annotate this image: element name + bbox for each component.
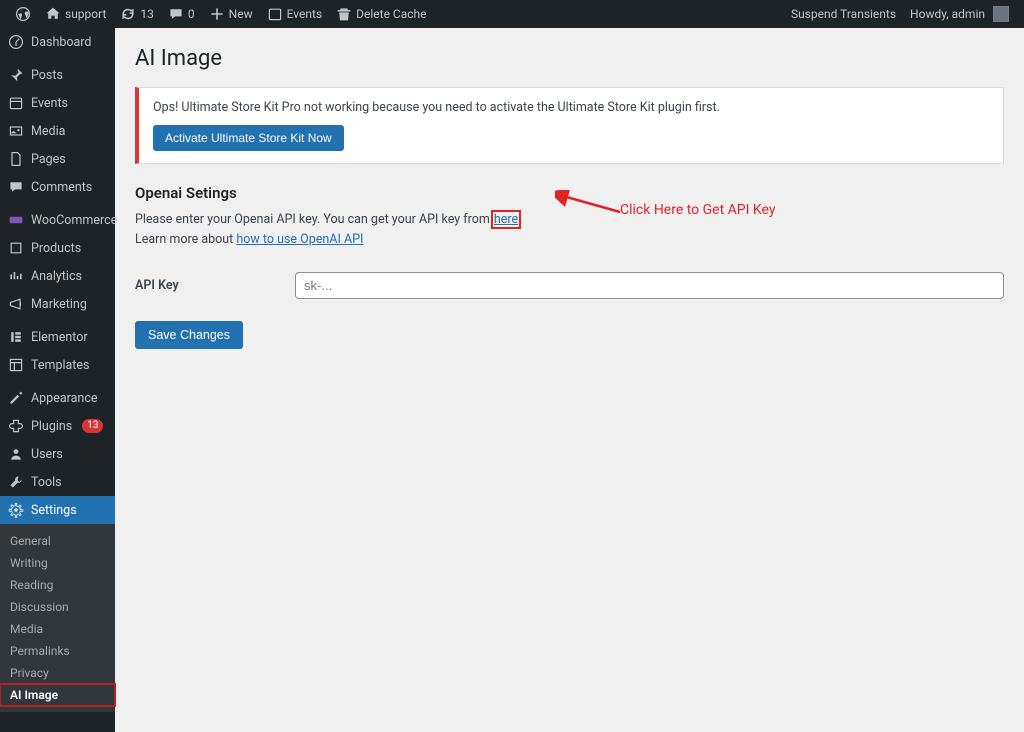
sidebar-item-elementor[interactable]: Elementor <box>0 323 115 351</box>
sidebar-sub-discussion[interactable]: Discussion <box>0 596 115 618</box>
notice-text: Ops! Ultimate Store Kit Pro not working … <box>153 100 989 115</box>
sidebar-sub-writing[interactable]: Writing <box>0 552 115 574</box>
tools-icon <box>8 474 24 490</box>
sidebar-item-products[interactable]: Products <box>0 234 115 262</box>
sidebar-item-tools[interactable]: Tools <box>0 468 115 496</box>
help-text: Please enter your Openai API key. You ca… <box>135 210 1004 250</box>
sidebar-item-templates[interactable]: Templates <box>0 351 115 379</box>
sidebar-item-posts[interactable]: Posts <box>0 61 115 89</box>
page-icon <box>8 151 24 167</box>
updates-link[interactable]: 13 <box>113 0 161 28</box>
calendar-icon <box>8 95 24 111</box>
comments-link[interactable]: 0 <box>161 0 202 28</box>
events-link[interactable]: Events <box>260 0 330 28</box>
templates-icon <box>8 357 24 373</box>
updates-count: 13 <box>140 7 154 21</box>
wordpress-logo[interactable] <box>8 0 38 28</box>
sidebar-sub-general[interactable]: General <box>0 530 115 552</box>
elementor-icon <box>8 329 24 345</box>
main-content: AI Image Ops! Ultimate Store Kit Pro not… <box>115 28 1024 732</box>
woocommerce-icon <box>8 212 24 228</box>
sidebar: Dashboard Posts Events Media Pages Comme… <box>0 28 115 732</box>
media-icon <box>8 123 24 139</box>
new-link[interactable]: New <box>202 0 260 28</box>
suspend-transients-link[interactable]: Suspend Transients <box>784 0 903 28</box>
api-key-input[interactable] <box>295 272 1004 299</box>
howdy-link[interactable]: Howdy, admin <box>903 0 1016 28</box>
sidebar-sub-ai-image[interactable]: AI Image <box>0 684 115 706</box>
comments-count: 0 <box>188 7 195 21</box>
sidebar-item-woocommerce[interactable]: WooCommerce <box>0 206 115 234</box>
sidebar-sub-reading[interactable]: Reading <box>0 574 115 596</box>
sidebar-item-settings[interactable]: Settings <box>0 496 115 524</box>
pin-icon <box>8 67 24 83</box>
refresh-icon <box>120 6 136 22</box>
sidebar-item-media[interactable]: Media <box>0 117 115 145</box>
calendar-icon <box>267 6 283 22</box>
avatar <box>993 6 1009 22</box>
plugins-badge: 13 <box>82 419 103 433</box>
section-heading: Openai Setings <box>135 184 1004 202</box>
plugin-icon <box>8 418 24 434</box>
learn-more-link[interactable]: how to use OpenAI API <box>236 232 363 247</box>
analytics-icon <box>8 268 24 284</box>
api-key-label: API Key <box>135 278 295 293</box>
wordpress-icon <box>15 6 31 22</box>
page-title: AI Image <box>135 46 1004 71</box>
delete-cache-link[interactable]: Delete Cache <box>329 0 433 28</box>
activate-button[interactable]: Activate Ultimate Store Kit Now <box>153 125 344 151</box>
api-key-row: API Key <box>135 272 1004 299</box>
here-link[interactable]: here <box>493 212 519 227</box>
comment-icon <box>168 6 184 22</box>
sidebar-item-plugins[interactable]: Plugins 13 <box>0 412 115 440</box>
new-label: New <box>229 7 253 21</box>
sidebar-item-pages[interactable]: Pages <box>0 145 115 173</box>
events-label: Events <box>287 7 323 21</box>
dashboard-icon <box>8 34 24 50</box>
sidebar-sub-media[interactable]: Media <box>0 618 115 640</box>
sidebar-item-dashboard[interactable]: Dashboard <box>0 28 115 56</box>
save-button[interactable]: Save Changes <box>135 321 243 349</box>
notice-error: Ops! Ultimate Store Kit Pro not working … <box>135 87 1004 164</box>
sidebar-item-analytics[interactable]: Analytics <box>0 262 115 290</box>
users-icon <box>8 446 24 462</box>
marketing-icon <box>8 296 24 312</box>
sidebar-item-users[interactable]: Users <box>0 440 115 468</box>
comment-icon <box>8 179 24 195</box>
delete-cache-label: Delete Cache <box>356 7 426 21</box>
settings-icon <box>8 502 24 518</box>
appearance-icon <box>8 390 24 406</box>
sidebar-sub-privacy[interactable]: Privacy <box>0 662 115 684</box>
site-home-link[interactable]: support <box>38 0 113 28</box>
admin-bar: support 13 0 New Events Delete Cache Sus… <box>0 0 1024 28</box>
sidebar-item-appearance[interactable]: Appearance <box>0 384 115 412</box>
trash-icon <box>336 6 352 22</box>
sidebar-item-comments[interactable]: Comments <box>0 173 115 201</box>
sidebar-item-events[interactable]: Events <box>0 89 115 117</box>
site-name: support <box>65 7 106 21</box>
products-icon <box>8 240 24 256</box>
sidebar-sub-permalinks[interactable]: Permalinks <box>0 640 115 662</box>
sidebar-item-marketing[interactable]: Marketing <box>0 290 115 318</box>
plus-icon <box>209 6 225 22</box>
home-icon <box>45 6 61 22</box>
